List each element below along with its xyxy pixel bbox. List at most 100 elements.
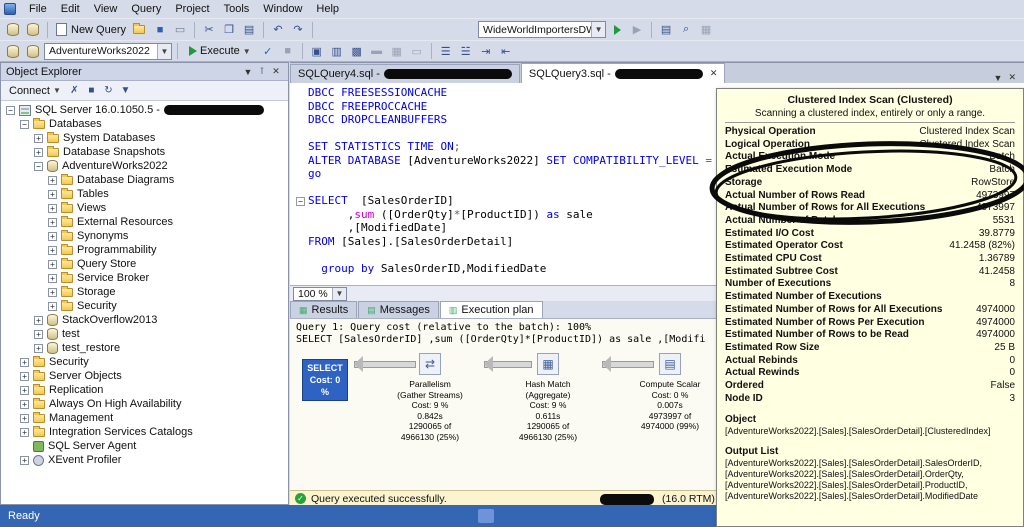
pin-icon[interactable]: ⊺ xyxy=(255,65,269,79)
connect-button[interactable]: Connect ▼ xyxy=(5,84,65,98)
new-query-button[interactable]: New Query xyxy=(53,21,129,39)
tree-item-synonyms[interactable]: +Synonyms xyxy=(1,229,288,243)
outdent-icon[interactable]: ⇤ xyxy=(497,42,515,60)
tree-item-server-objects[interactable]: +Server Objects xyxy=(1,369,288,383)
tree-item-query-store[interactable]: +Query Store xyxy=(1,257,288,271)
zoom-combobox[interactable]: 100 % ▼ xyxy=(293,287,347,301)
close-icon[interactable]: ✕ xyxy=(269,65,283,79)
menu-item-window[interactable]: Window xyxy=(256,2,309,16)
paste-icon[interactable]: ▤ xyxy=(240,21,258,39)
expand-icon[interactable]: + xyxy=(48,232,57,241)
tree-item-sql-server-agent[interactable]: SQL Server Agent xyxy=(1,439,288,453)
tree-item-test[interactable]: +test xyxy=(1,327,288,341)
cancel-query-icon[interactable]: ■ xyxy=(279,42,297,60)
expand-icon[interactable]: + xyxy=(20,358,29,367)
expand-icon[interactable]: + xyxy=(48,190,57,199)
tab-sqlquery3-sql[interactable]: SQLQuery3.sql -✕ xyxy=(521,63,725,83)
indent-icon[interactable]: ⇥ xyxy=(477,42,495,60)
comment-icon[interactable]: ☰ xyxy=(437,42,455,60)
save-icon[interactable]: ■ xyxy=(151,21,169,39)
open-file-icon[interactable] xyxy=(131,21,149,39)
tree-item-xevent-profiler[interactable]: +XEvent Profiler xyxy=(1,453,288,467)
expand-icon[interactable]: + xyxy=(48,274,57,283)
database-back-icon[interactable] xyxy=(4,21,22,39)
execute-dropdown-icon[interactable]: ▼ xyxy=(243,47,251,56)
tree-item-programmability[interactable]: +Programmability xyxy=(1,243,288,257)
expand-icon[interactable]: + xyxy=(20,372,29,381)
tree-item-adventureworks2022[interactable]: −AdventureWorks2022 xyxy=(1,159,288,173)
chevron-down-icon[interactable]: ▼ xyxy=(332,288,346,300)
tree-item-replication[interactable]: +Replication xyxy=(1,383,288,397)
filter-icon[interactable]: ▼ xyxy=(118,83,133,98)
plan-node-hash-match[interactable]: Hash Match(Aggregate)Cost: 9 %0.611s1290… xyxy=(493,379,603,442)
expand-icon[interactable]: + xyxy=(34,134,43,143)
expand-icon[interactable]: + xyxy=(34,316,43,325)
print-icon[interactable]: ▭ xyxy=(171,21,189,39)
expand-icon[interactable]: + xyxy=(34,148,43,157)
tree-item-tables[interactable]: +Tables xyxy=(1,187,288,201)
tab-messages[interactable]: ▤Messages xyxy=(358,301,439,318)
refresh-icon[interactable]: ↻ xyxy=(101,83,116,98)
tree-item-security[interactable]: +Security xyxy=(1,299,288,313)
chevron-down-icon[interactable]: ▼ xyxy=(157,44,171,59)
copy-icon[interactable]: ❐ xyxy=(220,21,238,39)
results-to-grid-icon[interactable]: ▦ xyxy=(388,42,406,60)
uncomment-icon[interactable]: ☱ xyxy=(457,42,475,60)
collapse-region-icon[interactable]: − xyxy=(296,197,305,206)
expand-icon[interactable]: + xyxy=(20,456,29,465)
expand-icon[interactable]: + xyxy=(20,414,29,423)
tree-item-database-snapshots[interactable]: +Database Snapshots xyxy=(1,145,288,159)
menu-item-file[interactable]: File xyxy=(22,2,54,16)
tree-item-external-resources[interactable]: +External Resources xyxy=(1,215,288,229)
activity-monitor-icon[interactable]: ▤ xyxy=(657,21,675,39)
expand-icon[interactable]: + xyxy=(34,344,43,353)
tree-item-stackoverflow2013[interactable]: +StackOverflow2013 xyxy=(1,313,288,327)
connect-database-icon[interactable] xyxy=(4,42,22,60)
tree-item-security[interactable]: +Security xyxy=(1,355,288,369)
undo-icon[interactable]: ↶ xyxy=(269,21,287,39)
document-list-icon[interactable]: ▼ xyxy=(994,73,1003,83)
tree-item-always-on-high-availability[interactable]: +Always On High Availability xyxy=(1,397,288,411)
tree-item-storage[interactable]: +Storage xyxy=(1,285,288,299)
tree-item-test-restore[interactable]: +test_restore xyxy=(1,341,288,355)
database-forward-icon[interactable] xyxy=(24,21,42,39)
tree-item-database-diagrams[interactable]: +Database Diagrams xyxy=(1,173,288,187)
tree-item-service-broker[interactable]: +Service Broker xyxy=(1,271,288,285)
menu-item-tools[interactable]: Tools xyxy=(217,2,257,16)
collapse-icon[interactable]: − xyxy=(6,106,15,115)
tree-item-databases[interactable]: −Databases xyxy=(1,117,288,131)
collapse-icon[interactable]: − xyxy=(34,162,43,171)
plan-node-parallelism[interactable]: Parallelism(Gather Streams)Cost: 9 %0.84… xyxy=(375,379,485,442)
tree-item-sql-server-16-0-1050-5[interactable]: −SQL Server 16.0.1050.5 - xyxy=(1,103,288,117)
change-connection-icon[interactable] xyxy=(24,42,42,60)
stop-icon[interactable]: ■ xyxy=(84,83,99,98)
expand-icon[interactable]: + xyxy=(48,288,57,297)
actual-plan-icon[interactable]: ▩ xyxy=(348,42,366,60)
close-tab-icon[interactable]: ✕ xyxy=(710,68,718,79)
expand-icon[interactable]: + xyxy=(20,400,29,409)
parallelism-icon[interactable]: ⇄ xyxy=(419,353,441,375)
expand-icon[interactable]: + xyxy=(34,330,43,339)
find-icon[interactable]: ⌕ xyxy=(677,21,695,39)
debug-icon[interactable]: ▶ xyxy=(628,21,646,39)
menu-item-edit[interactable]: Edit xyxy=(54,2,87,16)
hash-match-icon[interactable]: ▦ xyxy=(537,353,559,375)
expand-icon[interactable]: + xyxy=(48,218,57,227)
results-to-text-icon[interactable]: ▬ xyxy=(368,42,386,60)
results-to-file-icon[interactable]: ▭ xyxy=(408,42,426,60)
tree-item-management[interactable]: +Management xyxy=(1,411,288,425)
execute-button[interactable]: Execute ▼ xyxy=(183,43,257,59)
expand-icon[interactable]: + xyxy=(20,386,29,395)
redo-icon[interactable]: ↷ xyxy=(289,21,307,39)
chevron-down-icon[interactable]: ▼ xyxy=(241,65,255,79)
collapse-icon[interactable]: − xyxy=(20,120,29,129)
execute-shortcut-icon[interactable] xyxy=(608,21,626,39)
menu-item-help[interactable]: Help xyxy=(309,2,346,16)
live-stats-icon[interactable]: ▥ xyxy=(328,42,346,60)
database-combobox-query[interactable]: AdventureWorks2022 ▼ xyxy=(44,43,172,60)
menu-item-view[interactable]: View xyxy=(87,2,125,16)
tab-results[interactable]: ▦Results xyxy=(290,301,357,318)
expand-icon[interactable]: + xyxy=(20,428,29,437)
compute-scalar-icon[interactable]: ▤ xyxy=(659,353,681,375)
expand-icon[interactable]: + xyxy=(48,176,57,185)
